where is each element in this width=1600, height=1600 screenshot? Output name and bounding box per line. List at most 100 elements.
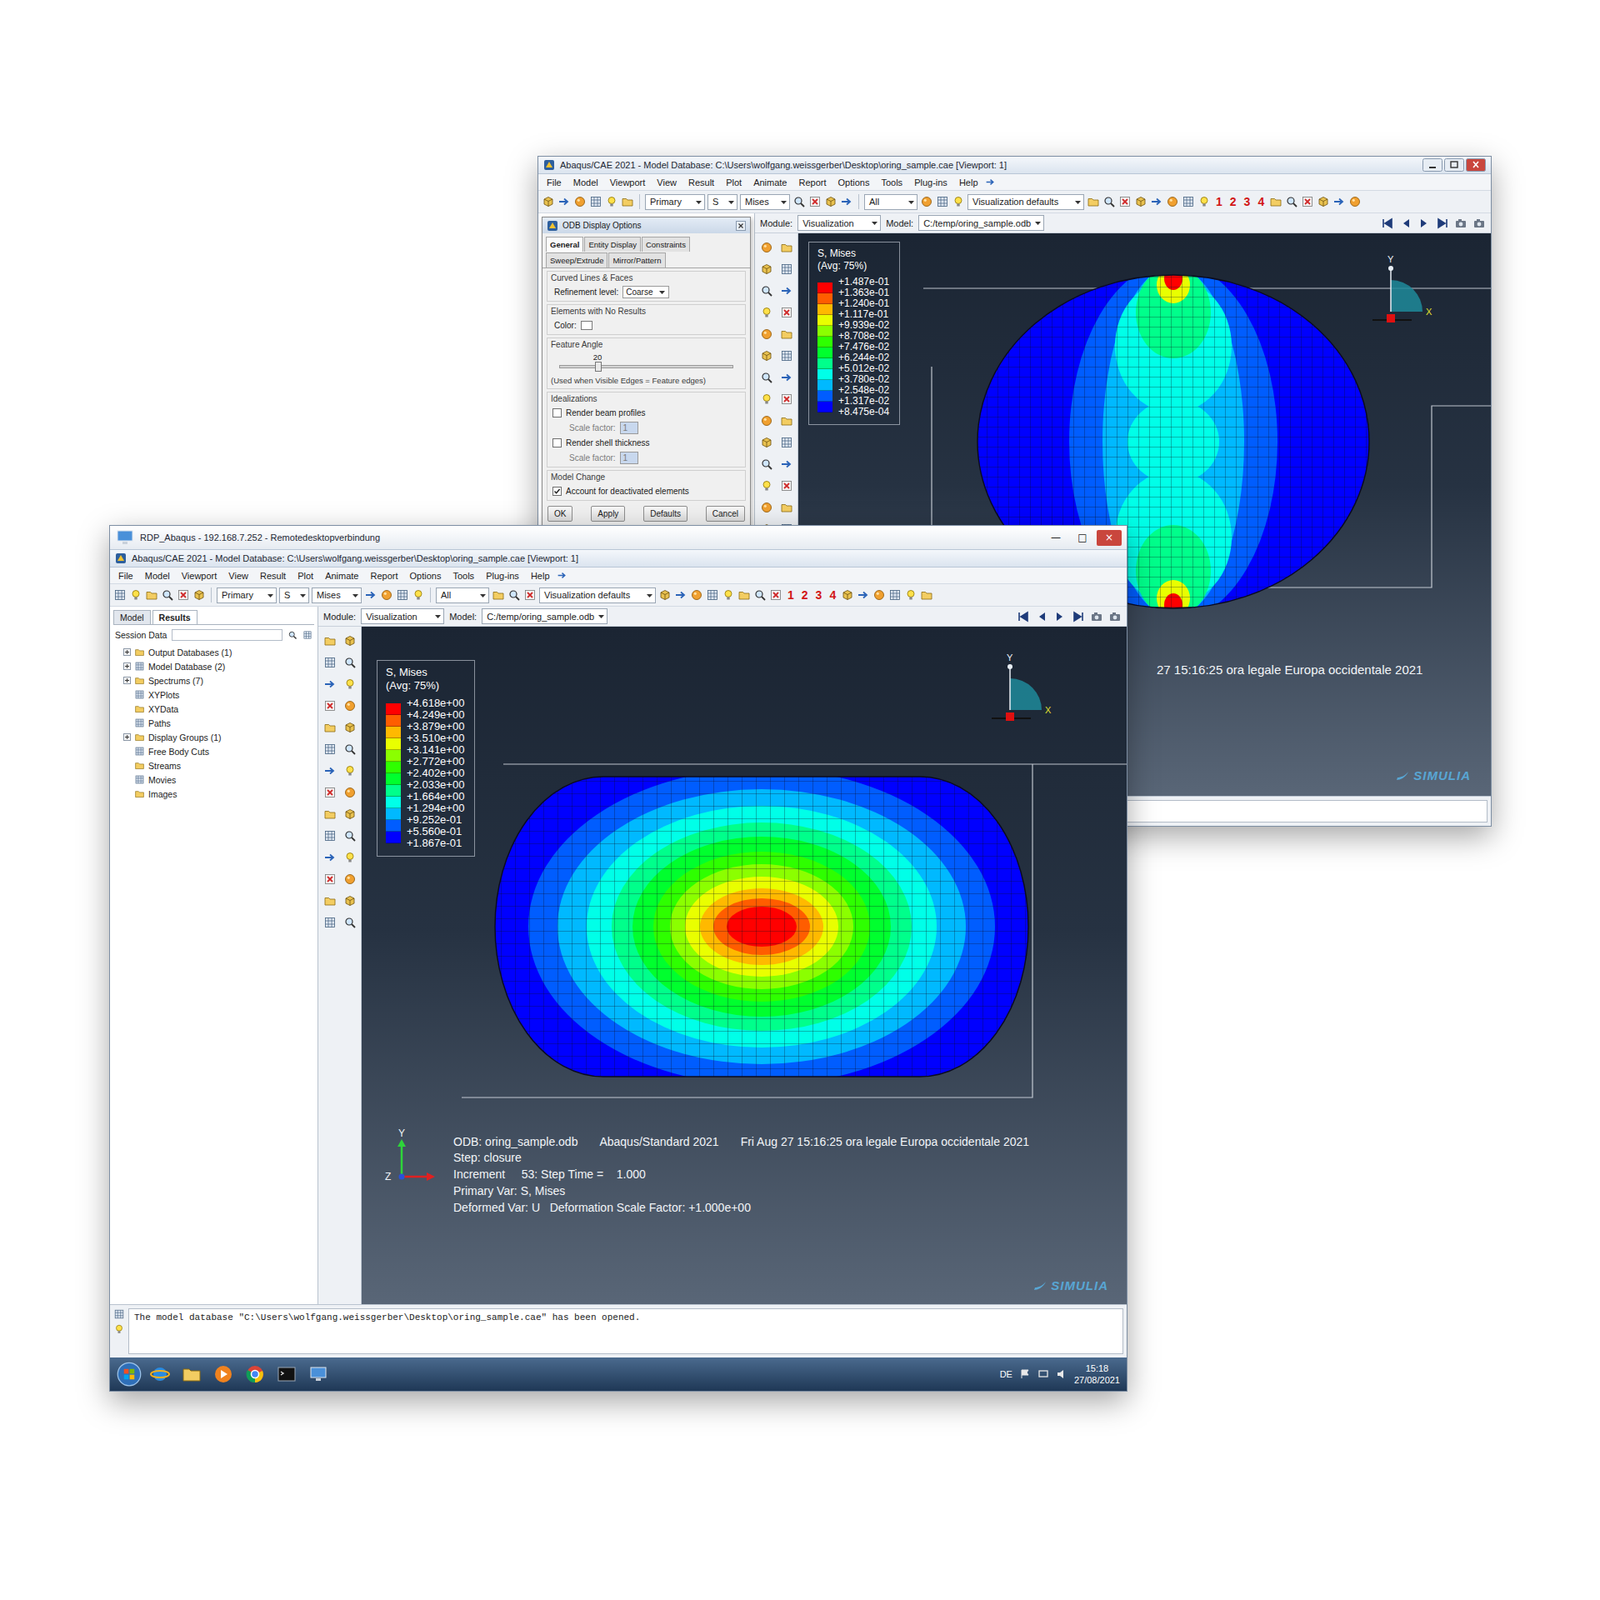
toolbox-button[interactable] xyxy=(321,783,339,802)
tree-item[interactable]: Spectrums (7) xyxy=(115,673,315,688)
zoom-icon[interactable] xyxy=(792,195,806,209)
menu-item[interactable]: Tools xyxy=(447,569,480,583)
cube-icon[interactable] xyxy=(658,588,672,602)
cube-icon[interactable] xyxy=(840,588,855,602)
remote-desktop-icon[interactable] xyxy=(308,1364,329,1385)
bulb-icon[interactable] xyxy=(113,1323,125,1335)
zoom-icon[interactable] xyxy=(760,370,774,385)
camera-icon[interactable] xyxy=(1090,610,1104,624)
window-control-button[interactable]: — xyxy=(1043,530,1069,546)
maximize-icon[interactable] xyxy=(1444,158,1465,172)
play-icon[interactable] xyxy=(1053,610,1067,624)
toolbox-button[interactable] xyxy=(341,740,359,759)
arrow-icon[interactable] xyxy=(856,588,870,602)
cross-icon[interactable] xyxy=(1118,195,1132,209)
panel-tab[interactable]: Results xyxy=(152,610,198,625)
minimize-icon[interactable] xyxy=(1422,158,1443,172)
arrow-icon[interactable] xyxy=(364,588,378,602)
menu-item[interactable]: Plot xyxy=(292,569,319,583)
sphere-icon[interactable] xyxy=(760,240,774,255)
toolbox-button[interactable] xyxy=(758,498,775,517)
window-control-button[interactable]: × xyxy=(1096,530,1122,546)
checkbox[interactable] xyxy=(552,486,562,496)
stress-contour-plot[interactable] xyxy=(486,768,1037,1085)
module-combo[interactable]: Visualization xyxy=(360,608,445,625)
tree-item[interactable]: Movies xyxy=(115,772,315,787)
media-player-icon[interactable] xyxy=(213,1364,234,1385)
menu-item[interactable]: Viewport xyxy=(176,569,223,583)
dropdown-arrow-icon[interactable] xyxy=(645,591,654,600)
arrow-icon[interactable] xyxy=(780,284,794,298)
browser-icon[interactable] xyxy=(150,1364,170,1385)
camera-icon[interactable] xyxy=(1472,216,1486,230)
tree-item[interactable]: XYPlots xyxy=(115,687,315,702)
toolbox-button[interactable] xyxy=(778,346,795,365)
sphere-icon[interactable] xyxy=(760,327,774,341)
cross-icon[interactable] xyxy=(323,872,337,886)
camera-icon[interactable] xyxy=(1108,610,1122,624)
cross-icon[interactable] xyxy=(323,785,337,800)
sphere-icon[interactable] xyxy=(872,588,886,602)
dropdown-arrow-icon[interactable] xyxy=(434,612,442,620)
toolbox-button[interactable] xyxy=(778,411,795,430)
play-icon[interactable] xyxy=(1417,216,1431,230)
mesh-icon[interactable] xyxy=(780,349,794,363)
dropdown-arrow-icon[interactable] xyxy=(727,198,735,206)
zoom-icon[interactable] xyxy=(1102,195,1116,209)
menu-item[interactable]: Options xyxy=(833,175,875,190)
toolbox-button[interactable] xyxy=(341,783,359,802)
menu-item[interactable]: Report xyxy=(793,175,831,190)
toolbox-button[interactable] xyxy=(758,281,775,300)
mesh-icon[interactable] xyxy=(780,435,794,450)
zoom-icon[interactable] xyxy=(760,457,774,471)
toolbox-button[interactable] xyxy=(758,411,775,430)
dropdown-arrow-icon[interactable] xyxy=(351,591,360,600)
dialog-tab[interactable]: General xyxy=(545,236,584,252)
bulb-icon[interactable] xyxy=(721,588,735,602)
menu-item[interactable]: View xyxy=(223,569,254,583)
menu-item[interactable]: Help xyxy=(954,175,984,190)
invariant-combo[interactable]: Mises xyxy=(311,587,362,604)
view-button[interactable]: 4 xyxy=(826,588,839,602)
dropdown-arrow-icon[interactable] xyxy=(907,198,915,206)
zoom-icon[interactable] xyxy=(1285,195,1299,209)
mesh-icon[interactable] xyxy=(113,588,127,602)
checkbox[interactable] xyxy=(552,408,562,418)
toolbox-button[interactable] xyxy=(321,696,339,715)
arrow-icon[interactable] xyxy=(780,457,794,471)
cube-icon[interactable] xyxy=(1316,195,1330,209)
mesh-icon[interactable] xyxy=(589,195,603,209)
arrow-icon[interactable] xyxy=(556,570,568,581)
cross-icon[interactable] xyxy=(176,588,190,602)
folder-icon[interactable] xyxy=(620,195,635,209)
cube-icon[interactable] xyxy=(760,435,774,450)
speaker-icon[interactable] xyxy=(1055,1368,1068,1380)
toolbox-button[interactable] xyxy=(321,870,339,889)
expander[interactable] xyxy=(123,733,131,741)
panel-tab[interactable]: Model xyxy=(113,610,151,625)
display-group-combo[interactable]: All xyxy=(864,194,918,210)
checkbox-row[interactable]: Account for deactivated elements xyxy=(550,484,742,498)
toolbox-button[interactable] xyxy=(321,761,339,780)
previous-frame-icon[interactable] xyxy=(1035,610,1049,624)
zoom-icon[interactable] xyxy=(507,588,521,602)
dropdown-arrow-icon[interactable] xyxy=(870,219,879,227)
dialog-tab[interactable]: Entity Display xyxy=(584,236,641,252)
bulb-icon[interactable] xyxy=(760,392,774,406)
folder-icon[interactable] xyxy=(323,634,337,648)
toolbox-button[interactable] xyxy=(321,848,339,867)
cross-icon[interactable] xyxy=(780,305,794,320)
bulb-icon[interactable] xyxy=(411,588,425,602)
terminal-icon[interactable] xyxy=(276,1364,297,1385)
model-combo[interactable]: C:/temp/oring_sample.odb xyxy=(918,215,1045,231)
cross-icon[interactable] xyxy=(1300,195,1315,209)
bulb-icon[interactable] xyxy=(343,677,357,691)
folder-icon[interactable] xyxy=(780,240,794,255)
cube-icon[interactable] xyxy=(343,720,357,735)
toolbox-button[interactable] xyxy=(321,653,339,672)
last-frame-icon[interactable] xyxy=(1435,216,1450,230)
folder-icon[interactable] xyxy=(780,500,794,515)
tree-item[interactable]: Output Databases (1) xyxy=(115,645,315,660)
close-icon[interactable] xyxy=(735,220,746,231)
cube-icon[interactable] xyxy=(541,195,555,209)
